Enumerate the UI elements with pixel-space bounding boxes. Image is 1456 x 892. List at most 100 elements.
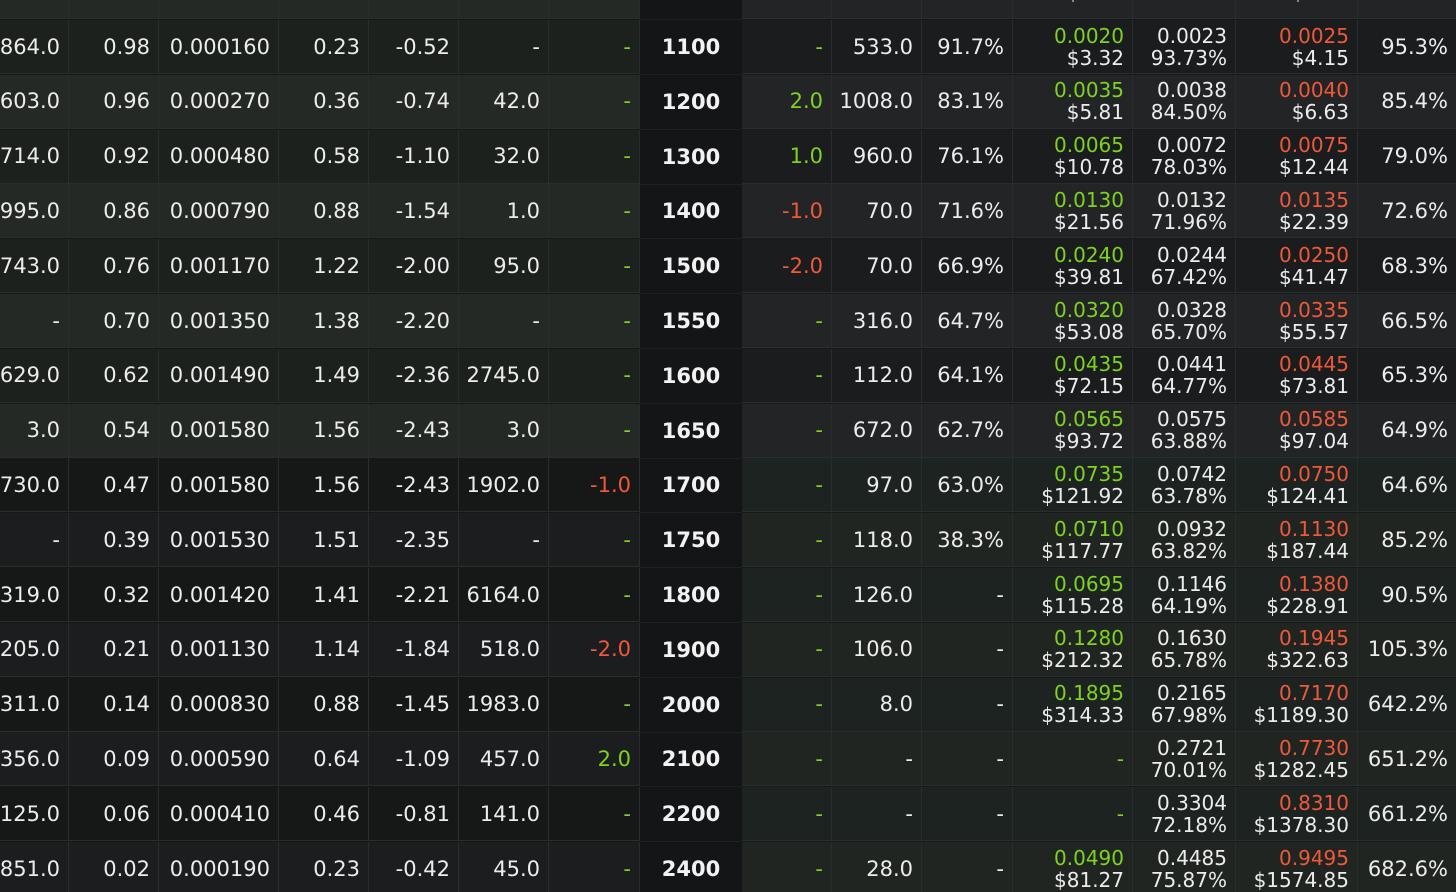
puts-bid[interactable]: 0.0490 $81.27 xyxy=(1013,842,1133,892)
calls-row-1500[interactable]: 9743.0 0.76 0.001170 1.22 -2.00 95.0 - xyxy=(0,239,640,294)
puts-row-1550[interactable]: -316.0 64.7% 0.0320 $53.08 0.0328 65.70% 0.033… xyxy=(742,294,1456,348)
calls-row-1700[interactable]: 5730.0 0.47 0.001580 1.56 -2.43 1902.0 -1.0 xyxy=(0,458,640,513)
calls-vega: 1.38 xyxy=(279,294,369,348)
strike-1300[interactable]: 1300 xyxy=(640,130,742,185)
strike-1800[interactable]: 1800 xyxy=(640,568,742,623)
puts-change: - xyxy=(742,622,832,677)
puts-mark: 0.0072 78.03% xyxy=(1133,129,1236,184)
puts-row-1100[interactable]: -533.0 91.7% 0.0020 $3.32 0.0023 93.73% 0.0025… xyxy=(742,20,1456,74)
calls-row-2200[interactable]: 5125.0 0.06 0.000410 0.46 -0.81 141.0 - xyxy=(0,787,640,842)
strike-1200[interactable]: 1200 xyxy=(640,75,742,130)
puts-ask[interactable]: 0.7170 $1189.30 xyxy=(1236,677,1358,732)
puts-bid[interactable]: 0.0710 $117.77 xyxy=(1013,513,1133,568)
puts-bid[interactable]: 0.0130 $21.56 xyxy=(1013,184,1133,239)
puts-row-1800[interactable]: -126.0-0.0695 $115.28 0.1146 64.19% 0.1380 $2… xyxy=(742,568,1456,622)
puts-ask[interactable]: 0.0040 $6.63 xyxy=(1236,74,1358,129)
calls-row-1650[interactable]: 3.0 0.54 0.001580 1.56 -2.43 3.0 - xyxy=(0,403,640,458)
calls-cell xyxy=(459,0,549,20)
puts-ask[interactable]: 0.0025 $4.15 xyxy=(1236,20,1358,74)
puts-ask[interactable]: 0.1380 $228.91 xyxy=(1236,568,1358,622)
puts-ask-iv: 642.2% xyxy=(1358,678,1456,732)
strike-1700[interactable]: 1700 xyxy=(640,458,742,514)
puts-bid[interactable]: 0.0565 $93.72 xyxy=(1013,403,1133,458)
calls-row-1750[interactable]: - 0.39 0.001530 1.51 -2.35 - - xyxy=(0,513,640,568)
puts-row-1300[interactable]: 1.0 960.0 76.1% 0.0065 $10.78 0.0072 78.03% 0.0… xyxy=(742,129,1456,184)
puts-bid[interactable]: 0.1280 $212.32 xyxy=(1013,622,1133,677)
puts-ask[interactable]: 0.1130 $187.44 xyxy=(1236,513,1358,568)
puts-bid[interactable]: 0.0240 $39.81 xyxy=(1013,239,1133,294)
calls-cell xyxy=(69,0,159,20)
puts-row-1400[interactable]: -1.0 70.0 71.6% 0.0130 $21.56 0.0132 71.96% 0.0… xyxy=(742,184,1456,239)
puts-ask[interactable]: 0.8310 $1378.30 xyxy=(1236,787,1358,842)
calls-vega: 1.22 xyxy=(279,239,369,294)
calls-row-2000[interactable]: 4311.0 0.14 0.000830 0.88 -1.45 1983.0 - xyxy=(0,677,640,732)
puts-row-2400[interactable]: -28.0-0.0490 $81.27 0.4485 75.87% 0.9495 $157… xyxy=(742,842,1456,892)
calls-row-2400[interactable]: 1851.0 0.02 0.000190 0.23 -0.42 45.0 - xyxy=(0,842,640,892)
calls-row-2100[interactable]: 7356.0 0.09 0.000590 0.64 -1.09 457.0 2.0 xyxy=(0,732,640,787)
puts-ask[interactable]: 0.0135 $22.39 xyxy=(1236,184,1358,239)
calls-row-1100[interactable]: 864.0 0.98 0.000160 0.23 -0.52 - - xyxy=(0,20,640,74)
strike-2200[interactable]: 2200 xyxy=(640,787,742,843)
puts-row-1700[interactable]: -97.0 63.0% 0.0735 $121.92 0.0742 63.78% 0.075… xyxy=(742,458,1456,513)
puts-row-1600[interactable]: -112.0 64.1% 0.0435 $72.15 0.0441 64.77% 0.044… xyxy=(742,348,1456,403)
calls-theta: -0.42 xyxy=(369,842,459,892)
puts-bid[interactable]: 0.0035 $5.81 xyxy=(1013,74,1133,129)
calls-delta-value: 0.21 xyxy=(103,637,150,662)
puts-bid[interactable]: 0.0020 $3.32 xyxy=(1013,20,1133,74)
calls-open-interest: 7356.0 xyxy=(0,732,69,787)
puts-bid[interactable]: 0.0435 $72.15 xyxy=(1013,348,1133,403)
puts-ask[interactable]: 0.0750 $124.41 xyxy=(1236,458,1358,513)
calls-row-1400[interactable]: 3995.0 0.86 0.000790 0.88 -1.54 1.0 - xyxy=(0,184,640,239)
puts-ask[interactable]: 0.1945 $322.63 xyxy=(1236,622,1358,677)
calls-row-1900[interactable]: 4205.0 0.21 0.001130 1.14 -1.84 518.0 -2.0 xyxy=(0,622,640,677)
puts-ask[interactable]: 0.0075 $12.44 xyxy=(1236,129,1358,184)
puts-row-1900[interactable]: -106.0-0.1280 $212.32 0.1630 65.78% 0.1945 $3… xyxy=(742,622,1456,677)
puts-ask[interactable]: 0.0250 $41.47 xyxy=(1236,239,1358,294)
puts-change-value: - xyxy=(815,363,823,388)
calls-row-1300[interactable]: 4714.0 0.92 0.000480 0.58 -1.10 32.0 - xyxy=(0,129,640,184)
puts-row-1650[interactable]: -672.0 62.7% 0.0565 $93.72 0.0575 63.88% 0.058… xyxy=(742,403,1456,458)
puts-bid[interactable]: 0.0320 $53.08 xyxy=(1013,294,1133,348)
calls-row-1200[interactable]: 4603.0 0.96 0.000270 0.36 -0.74 42.0 - xyxy=(0,74,640,129)
strike-1650[interactable]: 1650 xyxy=(640,404,742,459)
calls-volume-value: 1983.0 xyxy=(466,692,540,717)
calls-open-interest-value: 4603.0 xyxy=(0,89,60,114)
puts-row-2000[interactable]: -8.0-0.1895 $314.33 0.2165 67.98% 0.7170 $118… xyxy=(742,677,1456,732)
puts-ask-partial[interactable]: $2.49 xyxy=(1236,0,1358,20)
puts-row-1750[interactable]: -118.0 38.3% 0.0710 $117.77 0.0932 63.82% 0.11… xyxy=(742,513,1456,568)
puts-ask[interactable]: 0.0335 $55.57 xyxy=(1236,294,1358,348)
puts-ask[interactable]: 0.0445 $73.81 xyxy=(1236,348,1358,403)
strike-1400[interactable]: 1400 xyxy=(640,184,742,240)
strike-1750[interactable]: 1750 xyxy=(640,513,742,569)
puts-ask[interactable]: 0.7730 $1282.45 xyxy=(1236,732,1358,787)
strike-2400[interactable]: 2400 xyxy=(640,842,742,892)
strike-1900[interactable]: 1900 xyxy=(640,623,742,678)
puts-volume: 8.0 xyxy=(832,677,922,732)
puts-bid[interactable]: 0.0735 $121.92 xyxy=(1013,458,1133,513)
puts-bid[interactable]: - xyxy=(1013,787,1133,842)
puts-row-1500[interactable]: -2.0 70.0 66.9% 0.0240 $39.81 0.0244 67.42% 0.0… xyxy=(742,239,1456,294)
puts-row-2200[interactable]: - - - -0.3304 72.18% 0.8310 $1378.30 661.2% xyxy=(742,787,1456,842)
strike-1550[interactable]: 1550 xyxy=(640,294,742,349)
calls-row-1600[interactable]: 4629.0 0.62 0.001490 1.49 -2.36 2745.0 - xyxy=(0,348,640,403)
puts-ask-iv: 72.6% xyxy=(1358,184,1456,239)
puts-row-partial[interactable]: $1.66 102.24% $2.49 xyxy=(742,0,1456,20)
puts-bid[interactable]: 0.0065 $10.78 xyxy=(1013,129,1133,184)
calls-row-1550[interactable]: - 0.70 0.001350 1.38 -2.20 - - xyxy=(0,294,640,348)
puts-mark-price: 0.1630 xyxy=(1157,626,1227,651)
calls-row-partial[interactable] xyxy=(0,0,640,20)
puts-bid[interactable]: - xyxy=(1013,732,1133,787)
puts-ask[interactable]: 0.9495 $1574.85 xyxy=(1236,842,1358,892)
puts-bid-partial[interactable]: $1.66 xyxy=(1013,0,1133,20)
strike-1600[interactable]: 1600 xyxy=(640,349,742,404)
strike-1100[interactable]: 1100 xyxy=(640,20,742,75)
puts-row-1200[interactable]: 2.0 1008.0 83.1% 0.0035 $5.81 0.0038 84.50% 0.0… xyxy=(742,74,1456,129)
strike-2000[interactable]: 2000 xyxy=(640,678,742,733)
puts-row-2100[interactable]: - - - -0.2721 70.01% 0.7730 $1282.45 651.2% xyxy=(742,732,1456,787)
puts-bid[interactable]: 0.1895 $314.33 xyxy=(1013,677,1133,732)
puts-ask[interactable]: 0.0585 $97.04 xyxy=(1236,403,1358,458)
puts-bid[interactable]: 0.0695 $115.28 xyxy=(1013,568,1133,622)
calls-row-1800[interactable]: 3319.0 0.32 0.001420 1.41 -2.21 6164.0 - xyxy=(0,568,640,622)
strike-2100[interactable]: 2100 xyxy=(640,732,742,788)
strike-1500[interactable]: 1500 xyxy=(640,239,742,295)
